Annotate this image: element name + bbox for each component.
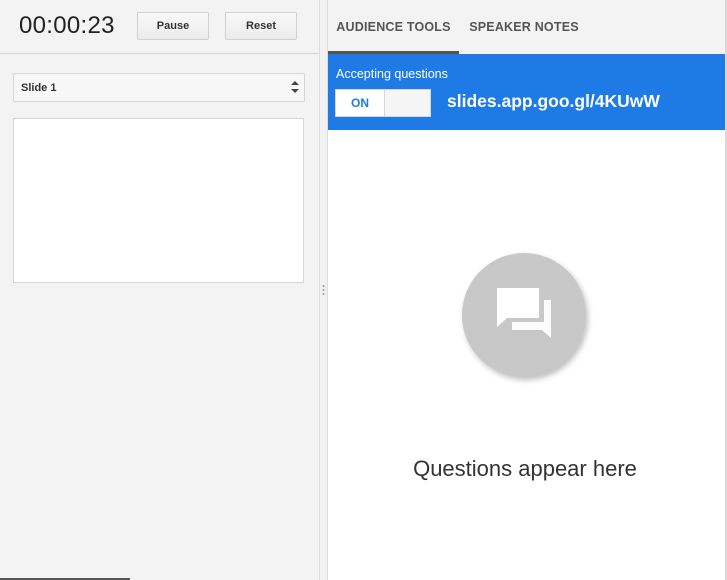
accepting-questions-toggle[interactable]: ON [335,89,431,117]
reset-button[interactable]: Reset [225,12,297,40]
elapsed-timer: 00:00:23 [19,12,115,39]
toggle-on-label: ON [336,90,385,116]
slide-select[interactable]: Slide 1 [13,73,305,102]
accepting-questions-label: Accepting questions [336,67,448,81]
tab-bar: AUDIENCE TOOLS SPEAKER NOTES [328,0,727,54]
pause-button[interactable]: Pause [137,12,209,40]
select-arrows-icon [290,80,300,94]
presenter-left-pane: 00:00:23 Pause Reset Slide 1 [0,0,320,580]
audience-tools-pane: AUDIENCE TOOLS SPEAKER NOTES Accepting q… [328,0,727,580]
timer-bar: 00:00:23 Pause Reset [0,0,319,54]
slide-select-value: Slide 1 [21,82,57,94]
qa-banner: Accepting questions ON slides.app.goo.gl… [328,54,725,130]
question-answer-icon [497,288,551,338]
empty-state-message: Questions appear here [413,456,637,481]
empty-state-badge [462,253,586,377]
tab-speaker-notes[interactable]: SPEAKER NOTES [459,0,589,54]
drag-grip-icon [322,283,325,295]
slide-preview [13,118,304,283]
tab-audience-tools[interactable]: AUDIENCE TOOLS [328,0,459,54]
qa-link[interactable]: slides.app.goo.gl/4KUwW [447,91,660,112]
presenter-view: 00:00:23 Pause Reset Slide 1 AUDIENCE TO… [0,0,727,580]
pane-resize-handle[interactable] [320,0,328,580]
